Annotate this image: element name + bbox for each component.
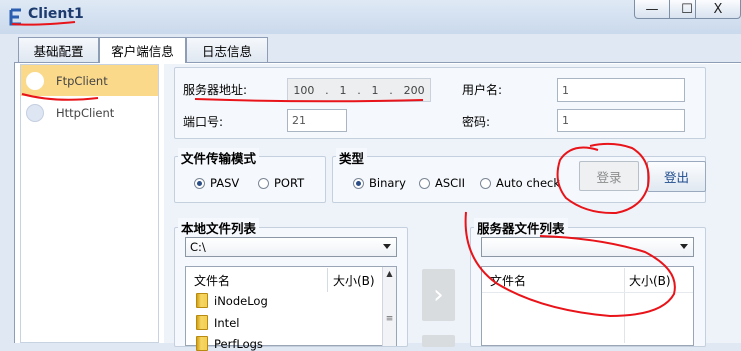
type-title: 类型 bbox=[336, 148, 368, 167]
list-item-label: FtpClient bbox=[56, 73, 108, 88]
radio-ascii[interactable]: ASCII bbox=[419, 176, 465, 190]
chevron-right-icon: › bbox=[433, 280, 444, 310]
folder-icon bbox=[196, 293, 208, 308]
download-button[interactable] bbox=[422, 335, 455, 347]
ip-dot: . bbox=[389, 83, 393, 97]
file-name: PerfLogs bbox=[214, 336, 263, 351]
select-value: C:\ bbox=[190, 240, 206, 254]
server-files-title: 服务器文件列表 bbox=[474, 218, 568, 237]
folder-icon bbox=[196, 315, 208, 330]
transfer-mode-title: 文件传输模式 bbox=[178, 148, 260, 167]
server-address-label: 服务器地址: bbox=[183, 83, 248, 97]
username-label: 用户名: bbox=[462, 83, 503, 97]
username-input[interactable]: 1 bbox=[557, 78, 685, 102]
minimize-button[interactable]: — bbox=[634, 0, 670, 19]
password-label: 密码: bbox=[462, 115, 491, 129]
login-button[interactable]: 登录 bbox=[579, 161, 639, 191]
radio-unchecked-icon bbox=[419, 177, 430, 189]
local-drive-select[interactable]: C:\ bbox=[185, 237, 397, 257]
server-ip-input[interactable]: 100. 1. 1. 200 bbox=[287, 78, 431, 102]
server-drive-select[interactable] bbox=[481, 237, 694, 257]
server-col-size[interactable]: 大小(B) bbox=[629, 272, 671, 289]
maximize-icon: ☐ bbox=[681, 1, 693, 17]
tab-client-info[interactable]: 客户端信息 bbox=[99, 37, 186, 63]
ip-octet: 1 bbox=[371, 83, 379, 97]
radio-label: ASCII bbox=[435, 176, 465, 190]
logout-button[interactable]: 登出 bbox=[647, 161, 706, 192]
file-name: iNodeLog bbox=[214, 293, 268, 308]
local-files-title: 本地文件列表 bbox=[178, 218, 260, 237]
close-button[interactable]: X bbox=[695, 0, 741, 19]
list-item-httpclient[interactable]: HttpClient bbox=[21, 97, 158, 128]
radio-checked-icon bbox=[353, 177, 364, 189]
radio-label: Binary bbox=[369, 176, 406, 190]
radio-auto-check[interactable]: Auto check bbox=[480, 176, 560, 190]
server-col-name[interactable]: 文件名 bbox=[490, 272, 526, 289]
radio-label: Auto check bbox=[496, 176, 561, 190]
ip-dot: . bbox=[325, 83, 329, 97]
local-scrollbar[interactable]: ▲ ≡ bbox=[382, 267, 396, 346]
radio-binary[interactable]: Binary bbox=[353, 176, 406, 190]
list-item-ftpclient[interactable]: FtpClient bbox=[21, 65, 158, 96]
list-item[interactable]: PerfLogs bbox=[196, 336, 263, 351]
tab-log-info[interactable]: 日志信息 bbox=[186, 37, 268, 62]
tab-basic-config[interactable]: 基础配置 bbox=[18, 37, 99, 62]
circle-icon bbox=[26, 103, 44, 122]
chevron-down-icon bbox=[383, 244, 391, 249]
upload-button[interactable]: › bbox=[422, 269, 455, 321]
tab-label: 日志信息 bbox=[201, 43, 252, 59]
radio-port[interactable]: PORT bbox=[258, 176, 304, 190]
tab-label: 基础配置 bbox=[33, 43, 84, 59]
local-col-name[interactable]: 文件名 bbox=[194, 272, 230, 289]
tab-label: 客户端信息 bbox=[111, 44, 174, 59]
ip-octet: 200 bbox=[403, 83, 425, 97]
circle-icon bbox=[26, 71, 44, 90]
radio-unchecked-icon bbox=[480, 177, 491, 189]
row-divider bbox=[482, 292, 693, 293]
list-item-label: HttpClient bbox=[56, 105, 115, 120]
file-name: Intel bbox=[214, 315, 240, 330]
column-divider bbox=[624, 268, 625, 343]
minimize-icon: — bbox=[645, 1, 659, 17]
list-item[interactable]: Intel bbox=[196, 315, 239, 330]
radio-unchecked-icon bbox=[258, 177, 269, 189]
close-icon: X bbox=[713, 1, 723, 17]
scroll-grip-icon: ≡ bbox=[385, 314, 394, 324]
ip-dot: . bbox=[357, 83, 361, 97]
password-input[interactable]: 1 bbox=[557, 109, 685, 132]
window-title: Client1 bbox=[28, 6, 84, 22]
radio-pasv[interactable]: PASV bbox=[194, 176, 239, 190]
scroll-up-icon: ▲ bbox=[386, 269, 393, 278]
radio-label: PORT bbox=[274, 176, 305, 190]
port-label: 端口号: bbox=[183, 115, 224, 129]
chevron-down-icon bbox=[680, 244, 688, 249]
app-icon bbox=[9, 8, 21, 26]
list-item[interactable]: iNodeLog bbox=[196, 293, 268, 308]
title-bar[interactable] bbox=[0, 0, 741, 34]
ip-octet: 1 bbox=[339, 83, 347, 97]
port-input[interactable]: 21 bbox=[287, 109, 347, 132]
column-divider bbox=[327, 268, 328, 292]
radio-checked-icon bbox=[194, 177, 205, 189]
local-col-size[interactable]: 大小(B) bbox=[333, 272, 375, 289]
radio-label: PASV bbox=[210, 176, 240, 190]
folder-icon bbox=[196, 336, 208, 351]
ip-octet: 100 bbox=[293, 83, 315, 97]
